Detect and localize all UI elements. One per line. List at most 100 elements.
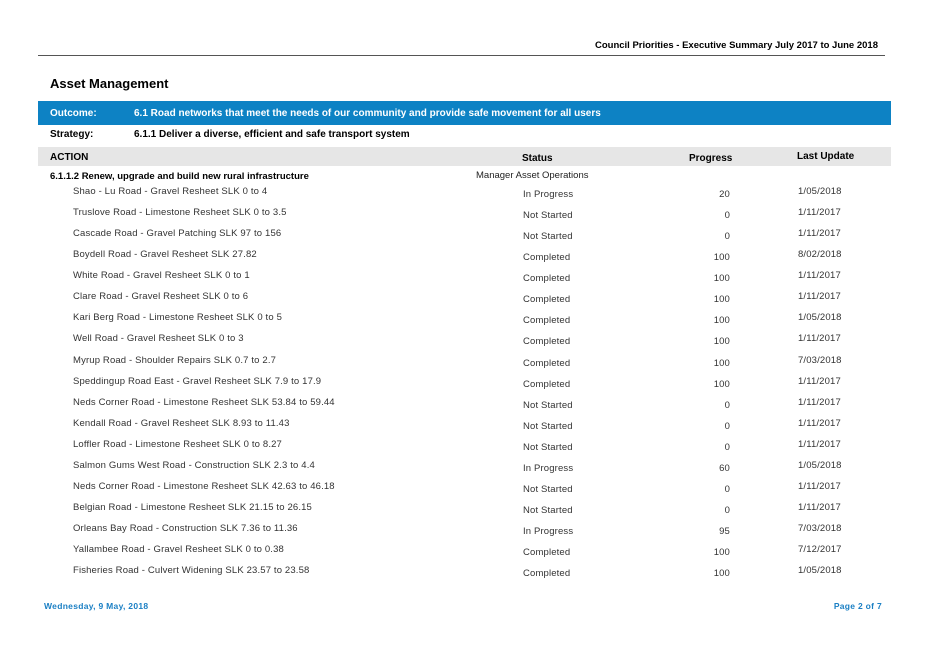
action-progress: 100 xyxy=(713,568,730,580)
action-progress: 100 xyxy=(713,547,730,559)
action-last-update: 1/11/2017 xyxy=(798,396,841,408)
action-last-update: 1/11/2017 xyxy=(798,333,841,345)
action-last-update: 1/11/2017 xyxy=(798,375,841,387)
action-name: Neds Corner Road - Limestone Resheet SLK… xyxy=(73,396,335,408)
table-row: Yallambee Road - Gravel Resheet SLK 0 to… xyxy=(0,544,928,565)
outcome-text: 6.1 Road networks that meet the needs of… xyxy=(134,108,601,119)
action-status: Not Started xyxy=(523,231,573,243)
action-status: Not Started xyxy=(523,210,573,222)
action-name: Cascade Road - Gravel Patching SLK 97 to… xyxy=(73,228,282,240)
outcome-bar: Outcome: 6.1 Road networks that meet the… xyxy=(38,101,891,125)
strategy-text: 6.1.1 Deliver a diverse, efficient and s… xyxy=(134,129,410,140)
column-progress: Progress xyxy=(689,153,733,164)
action-last-update: 1/05/2018 xyxy=(798,459,842,471)
action-name: Neds Corner Road - Limestone Resheet SLK… xyxy=(73,480,335,492)
action-name: Boydell Road - Gravel Resheet SLK 27.82 xyxy=(73,249,257,261)
table-row: Truslove Road - Limestone Resheet SLK 0 … xyxy=(0,207,928,228)
action-progress: 20 xyxy=(719,189,730,200)
action-status: Not Started xyxy=(523,399,573,411)
table-row: Fisheries Road - Culvert Widening SLK 23… xyxy=(0,565,928,586)
action-progress: 100 xyxy=(713,336,730,348)
action-last-update: 7/03/2018 xyxy=(798,354,842,366)
table-row: Orleans Bay Road - Construction SLK 7.36… xyxy=(0,523,928,544)
action-status: In Progress xyxy=(523,526,574,538)
action-progress: 95 xyxy=(719,526,730,538)
action-status: Completed xyxy=(523,252,571,264)
action-name: Clare Road - Gravel Resheet SLK 0 to 6 xyxy=(73,291,249,303)
section-title: Asset Management xyxy=(50,76,169,91)
action-progress: 0 xyxy=(724,483,730,495)
action-last-update: 7/12/2017 xyxy=(798,544,842,556)
table-row: Speddingup Road East - Gravel Resheet SL… xyxy=(0,376,928,397)
action-status: Completed xyxy=(523,568,571,580)
table-row: Loffler Road - Limestone Resheet SLK 0 t… xyxy=(0,439,928,460)
action-progress: 100 xyxy=(713,357,730,369)
action-name: Kendall Road - Gravel Resheet SLK 8.93 t… xyxy=(73,417,290,429)
action-progress: 0 xyxy=(724,441,730,453)
action-name: Yallambee Road - Gravel Resheet SLK 0 to… xyxy=(73,544,284,556)
table-row: Salmon Gums West Road - Construction SLK… xyxy=(0,460,928,481)
action-last-update: 7/03/2018 xyxy=(798,523,842,535)
action-progress: 100 xyxy=(713,378,730,390)
action-last-update: 1/11/2017 xyxy=(798,207,841,219)
action-status: Not Started xyxy=(523,420,573,432)
action-name: Shao - Lu Road - Gravel Resheet SLK 0 to… xyxy=(73,186,268,197)
group-row: 6.1.1.2 Renew, upgrade and build new rur… xyxy=(38,170,891,184)
action-progress: 100 xyxy=(713,294,730,306)
action-progress: 0 xyxy=(724,420,730,432)
action-progress: 100 xyxy=(713,273,730,285)
action-last-update: 1/11/2017 xyxy=(798,502,841,514)
action-last-update: 1/11/2017 xyxy=(798,228,841,240)
table-row: Neds Corner Road - Limestone Resheet SLK… xyxy=(0,397,928,418)
action-progress: 60 xyxy=(719,462,730,474)
action-name: Well Road - Gravel Resheet SLK 0 to 3 xyxy=(73,333,244,345)
action-last-update: 1/05/2018 xyxy=(798,186,842,197)
action-status: Completed xyxy=(523,357,571,369)
table-row: White Road - Gravel Resheet SLK 0 to 1 Co… xyxy=(0,270,928,291)
action-name: Myrup Road - Shoulder Repairs SLK 0.7 to… xyxy=(73,354,277,366)
action-progress: 0 xyxy=(724,210,730,222)
table-row: Cascade Road - Gravel Patching SLK 97 to… xyxy=(0,228,928,249)
action-status: Completed xyxy=(523,378,571,390)
action-name: Belgian Road - Limestone Resheet SLK 21.… xyxy=(73,502,312,514)
action-name: Fisheries Road - Culvert Widening SLK 23… xyxy=(73,565,310,577)
action-status: Not Started xyxy=(523,441,573,453)
group-action: 6.1.1.2 Renew, upgrade and build new rur… xyxy=(50,171,309,182)
action-last-update: 8/02/2018 xyxy=(798,249,842,261)
action-last-update: 1/11/2017 xyxy=(798,270,841,282)
table-row: Clare Road - Gravel Resheet SLK 0 to 6 Co… xyxy=(0,291,928,312)
action-name: Orleans Bay Road - Construction SLK 7.36… xyxy=(73,523,298,535)
action-name: Loffler Road - Limestone Resheet SLK 0 t… xyxy=(73,438,282,450)
footer-page-number: Page 2 of 7 xyxy=(833,601,882,611)
action-progress: 0 xyxy=(724,505,730,517)
outcome-label: Outcome: xyxy=(50,108,97,119)
table-row: Kendall Road - Gravel Resheet SLK 8.93 t… xyxy=(0,418,928,439)
action-last-update: 1/05/2018 xyxy=(798,312,842,324)
column-last-update: Last Update xyxy=(797,151,855,162)
table-row: Neds Corner Road - Limestone Resheet SLK… xyxy=(0,481,928,502)
table-row: Well Road - Gravel Resheet SLK 0 to 3 Com… xyxy=(0,333,928,354)
action-name: Salmon Gums West Road - Construction SLK… xyxy=(73,459,315,471)
action-progress: 0 xyxy=(724,231,730,243)
header-divider xyxy=(38,55,885,56)
action-last-update: 1/11/2017 xyxy=(798,480,841,492)
action-last-update: 1/11/2017 xyxy=(798,417,841,429)
action-name: White Road - Gravel Resheet SLK 0 to 1 xyxy=(73,270,250,282)
action-last-update: 1/05/2018 xyxy=(798,565,842,577)
action-status: Completed xyxy=(523,273,571,285)
action-status: Not Started xyxy=(523,483,573,495)
action-last-update: 1/11/2017 xyxy=(798,291,841,303)
table-column-header: ACTION Status Progress Last Update xyxy=(38,147,891,166)
table-row: Myrup Road - Shoulder Repairs SLK 0.7 to… xyxy=(0,355,928,376)
column-action: ACTION xyxy=(50,152,89,163)
action-status: Not Started xyxy=(523,505,573,517)
action-status: Completed xyxy=(523,294,571,306)
column-status: Status xyxy=(522,153,553,164)
strategy-label: Strategy: xyxy=(50,129,94,140)
footer-date: Wednesday, 9 May, 2018 xyxy=(44,601,149,611)
table-row: Kari Berg Road - Limestone Resheet SLK 0… xyxy=(0,312,928,333)
table-row: Shao - Lu Road - Gravel Resheet SLK 0 to… xyxy=(0,186,928,207)
action-progress: 100 xyxy=(713,315,730,327)
table-row: Boydell Road - Gravel Resheet SLK 27.82 C… xyxy=(0,249,928,270)
action-progress: 0 xyxy=(724,399,730,411)
